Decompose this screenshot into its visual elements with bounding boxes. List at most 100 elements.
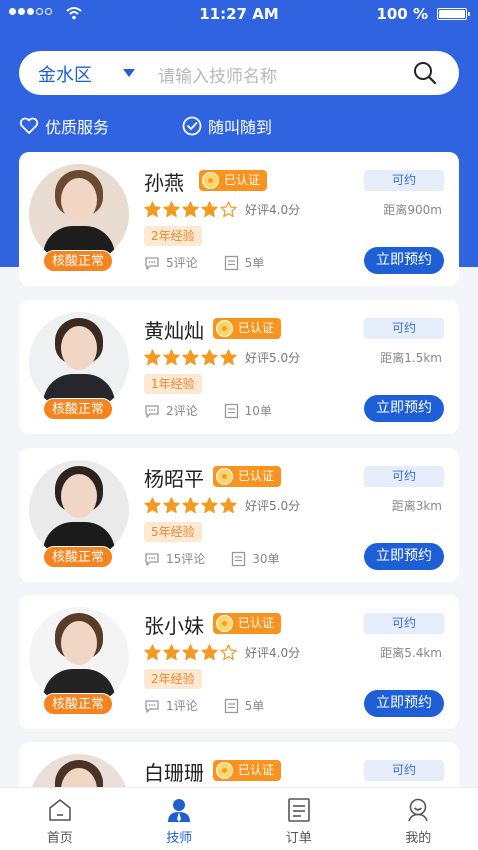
avatar [29, 754, 129, 787]
feature-label: 优质服务 [45, 118, 110, 137]
tab-label: 我的 [405, 831, 432, 846]
verified-badge: 已认证 [213, 466, 282, 487]
order-count: 5单 [244, 699, 265, 713]
availability-badge: 可约 [364, 760, 444, 781]
status-bar: 11:27 AM 100 % [0, 0, 478, 30]
nucleic-badge: 核酸正常 [43, 398, 113, 420]
availability-badge: 可约 [364, 613, 444, 634]
book-now-button[interactable]: 立即预约 [364, 247, 444, 274]
technician-card[interactable]: 白珊珊 已认证 可约 [19, 742, 459, 787]
order-list-icon [287, 798, 310, 822]
chevron-down-icon[interactable] [123, 69, 135, 77]
technician-name: 张小妹 [144, 614, 204, 638]
technician-card[interactable]: 核酸正常 杨昭平 已认证 好评5.0分 5年经验 15评论 30单 可约 距离3… [19, 448, 459, 582]
star-filled-icon [163, 644, 180, 661]
nucleic-badge: 核酸正常 [43, 250, 113, 272]
technician-name: 黄灿灿 [144, 319, 204, 343]
star-filled-icon [163, 349, 180, 366]
star-filled-icon [201, 497, 218, 514]
medal-icon [216, 762, 233, 779]
star-filled-icon [144, 497, 161, 514]
tab-home[interactable]: 首页 [0, 788, 120, 850]
comment-icon [145, 256, 159, 270]
order-count: 5单 [244, 256, 265, 270]
star-empty-icon [220, 201, 237, 218]
technician-name: 杨昭平 [144, 467, 204, 491]
tab-label: 首页 [46, 831, 73, 846]
experience-tag: 1年经验 [144, 374, 202, 394]
technician-card[interactable]: 核酸正常 孙燕 已认证 好评4.0分 2年经验 5评论 5单 可约 距离900m… [19, 152, 459, 286]
tab-technician[interactable]: 技师 [120, 788, 240, 850]
home-icon [48, 799, 71, 821]
star-filled-icon [182, 349, 199, 366]
rating-stars [144, 644, 237, 661]
feature-on-call: 随叫随到 [182, 115, 272, 137]
check-circle-icon [182, 116, 202, 136]
book-now-button[interactable]: 立即预约 [364, 543, 444, 570]
order-icon [224, 255, 238, 270]
medal-icon [216, 320, 233, 337]
nucleic-badge: 核酸正常 [43, 693, 113, 715]
order-icon [232, 551, 246, 566]
rating-text: 好评5.0分 [245, 499, 301, 513]
availability-badge: 可约 [364, 318, 444, 339]
distance-text: 距离900m [383, 203, 442, 217]
comment-icon [145, 552, 159, 566]
rating-stars [144, 349, 237, 366]
technician-card[interactable]: 核酸正常 黄灿灿 已认证 好评5.0分 1年经验 2评论 10单 可约 距离1.… [19, 300, 459, 434]
verified-badge: 已认证 [199, 170, 268, 191]
verified-badge: 已认证 [213, 613, 282, 634]
experience-tag: 2年经验 [144, 669, 202, 689]
card-meta: 5评论 5单 [144, 254, 264, 271]
tab-profile[interactable]: 我的 [359, 788, 478, 850]
card-meta: 2评论 10单 [144, 402, 272, 419]
comment-count: 1评论 [166, 699, 198, 713]
verified-badge: 已认证 [213, 318, 282, 339]
order-count: 30单 [252, 552, 280, 566]
tab-label: 技师 [166, 831, 193, 846]
tab-orders[interactable]: 订单 [239, 788, 359, 850]
nucleic-badge: 核酸正常 [43, 546, 113, 568]
star-filled-icon [182, 201, 199, 218]
avatar [29, 607, 129, 707]
availability-badge: 可约 [364, 170, 444, 191]
distance-text: 距离3km [391, 499, 442, 513]
rating-text: 好评4.0分 [245, 203, 301, 217]
rating-text: 好评4.0分 [245, 646, 301, 660]
region-selector[interactable]: 金水区 [38, 61, 92, 87]
avatar [29, 460, 129, 560]
medal-icon [202, 172, 219, 189]
star-filled-icon [220, 349, 237, 366]
medal-icon [216, 615, 233, 632]
profile-icon [408, 798, 429, 822]
battery-icon [437, 8, 470, 20]
star-filled-icon [201, 349, 218, 366]
star-filled-icon [144, 201, 161, 218]
technician-icon [168, 799, 191, 822]
order-icon [224, 403, 238, 418]
avatar [29, 164, 129, 264]
book-now-button[interactable]: 立即预约 [364, 395, 444, 422]
verified-badge: 已认证 [213, 760, 282, 781]
star-filled-icon [220, 497, 237, 514]
comment-icon [145, 699, 159, 713]
star-filled-icon [201, 201, 218, 218]
star-filled-icon [182, 644, 199, 661]
heart-icon [19, 117, 39, 134]
book-now-button[interactable]: 立即预约 [364, 690, 444, 717]
technician-name: 白珊珊 [144, 761, 204, 785]
search-input[interactable]: 请输入技师名称 [158, 62, 277, 87]
search-bar: 金水区 请输入技师名称 [19, 51, 459, 95]
card-meta: 15评论 30单 [144, 550, 280, 567]
distance-text: 距离5.4km [380, 646, 442, 660]
rating-stars [144, 201, 237, 218]
battery-percent: 100 % [376, 5, 428, 23]
star-filled-icon [163, 201, 180, 218]
technician-card[interactable]: 核酸正常 张小妹 已认证 好评4.0分 2年经验 1评论 5单 可约 距离5.4… [19, 595, 459, 729]
star-filled-icon [144, 349, 161, 366]
technician-name: 孙燕 [144, 171, 184, 195]
feature-label: 随叫随到 [208, 118, 273, 137]
star-empty-icon [220, 644, 237, 661]
search-icon[interactable] [413, 61, 437, 85]
star-filled-icon [163, 497, 180, 514]
